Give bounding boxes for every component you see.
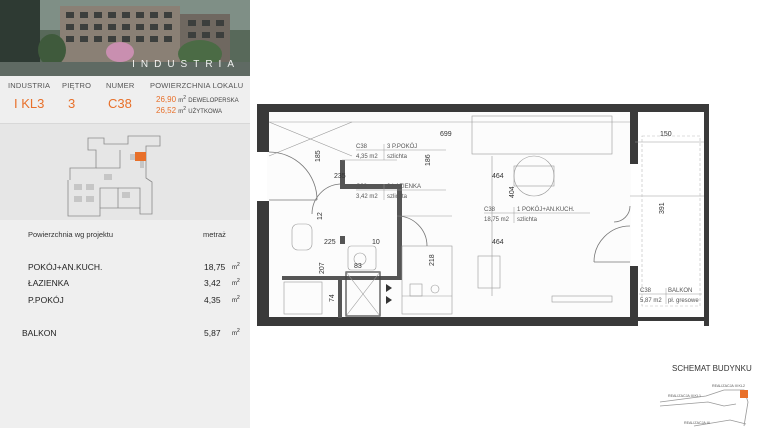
row-name-balcony: BALKON (22, 328, 57, 338)
dim-218: 218 (429, 254, 436, 266)
header-number: NUMER (106, 81, 135, 90)
dim-404: 404 (509, 186, 516, 198)
row-unit-room: m2 (232, 262, 240, 271)
room3-code: C38 (356, 144, 368, 150)
room3-area: 4,35 m2 (356, 154, 378, 160)
dim-391: 391 (659, 202, 666, 214)
room1-area: 18,75 m2 (484, 217, 510, 223)
table-col-header: metraż (203, 230, 226, 239)
dim-207: 207 (319, 262, 326, 274)
area-use-unit: m2 (178, 106, 187, 115)
row-name-bathroom: ŁAZIENKA (28, 278, 70, 288)
row-name-room: POKÓJ+AN.KUCH. (28, 262, 103, 272)
dim-74: 74 (329, 294, 336, 302)
room1-floor: szlichta (517, 217, 538, 223)
schema-label-kl3: REALIZACJA III (684, 421, 710, 425)
room1-code: C38 (484, 207, 496, 213)
room2-code: C38 (356, 184, 368, 190)
schema-highlight (740, 390, 748, 398)
balcony-code: C38 (640, 288, 652, 294)
room3-name: 3 P.POKÓJ (387, 143, 417, 150)
unit-highlight (135, 152, 146, 161)
header-industria: INDUSTRIA (8, 81, 51, 90)
room2-name: 2 ŁAZIENKA (387, 184, 421, 190)
row-value-balcony: 5,87 (204, 328, 221, 338)
dim-699: 699 (440, 131, 452, 138)
floor-value: 3 (68, 96, 76, 111)
row-unit-balcony: m2 (232, 328, 240, 337)
balcony-area: 5,87 m2 (640, 298, 662, 304)
row-unit-bathroom: m2 (232, 278, 240, 287)
key-plan-drawing (67, 135, 161, 217)
balcony-name: BALKON (668, 288, 692, 294)
schemat-title: SCHEMAT BUDYNKU (672, 364, 752, 373)
area-use-value: 26,52 (156, 106, 177, 115)
row-unit-utility: m2 (232, 295, 240, 304)
area-use-label: UŻYTKOWA (188, 109, 223, 115)
dim-464-top: 464 (492, 173, 504, 180)
dim-185: 185 (315, 150, 322, 162)
area-dev-label: DEWELOPERSKA (188, 98, 239, 104)
dim-150: 150 (660, 131, 672, 138)
balcony-floor: pł. gresowe (668, 298, 699, 304)
area-developer: 26,90 m2 DEWELOPERSKA (156, 95, 239, 104)
header-area: POWIERZCHNIA LOKALU (150, 81, 244, 90)
area-dev-unit: m2 (178, 95, 187, 104)
schema-label-kl2: REALIZACJA III KL2 (712, 384, 745, 388)
dim-464-bottom: 464 (492, 239, 504, 246)
number-value: C38 (108, 96, 132, 111)
info-panel: INDUSTRIA INDUSTRIA PIĘTRO NUMER POWIERZ… (0, 0, 250, 428)
header-floor: PIĘTRO (62, 81, 92, 90)
brand-logo: INDUSTRIA (132, 59, 240, 70)
dim-12: 12 (317, 212, 324, 220)
building-schema: REALIZACJA III KL2 REALIZACJA III KL1 RE… (659, 384, 749, 427)
room1-name: 1 POKÓJ+AN.KUCH. (517, 206, 575, 213)
dim-10: 10 (372, 239, 380, 246)
room3-floor: szlichta (387, 154, 408, 160)
building-value: I KL3 (14, 96, 45, 111)
area-dev-value: 26,90 (156, 95, 177, 104)
table-title: Powierzchnia wg projektu (28, 230, 114, 239)
room2-floor: szlichta (387, 194, 408, 200)
dim-186: 186 (425, 154, 432, 166)
row-value-utility: 4,35 (204, 295, 221, 305)
row-name-utility: P.POKÓJ (28, 295, 64, 305)
floor-plan: 699 150 185 186 235 464 404 391 12 225 1… (257, 104, 709, 326)
row-value-room: 18,75 (204, 262, 226, 272)
dim-83: 83 (354, 263, 362, 270)
row-value-bathroom: 3,42 (204, 278, 221, 288)
room2-area: 3,42 m2 (356, 194, 378, 200)
area-usable: 26,52 m2 UŻYTKOWA (156, 106, 222, 115)
dim-225: 225 (324, 239, 336, 246)
dim-235: 235 (334, 173, 346, 180)
schema-label-kl1: REALIZACJA III KL1 (668, 394, 701, 398)
key-plan (0, 124, 250, 220)
building-photo: INDUSTRIA (0, 0, 250, 76)
